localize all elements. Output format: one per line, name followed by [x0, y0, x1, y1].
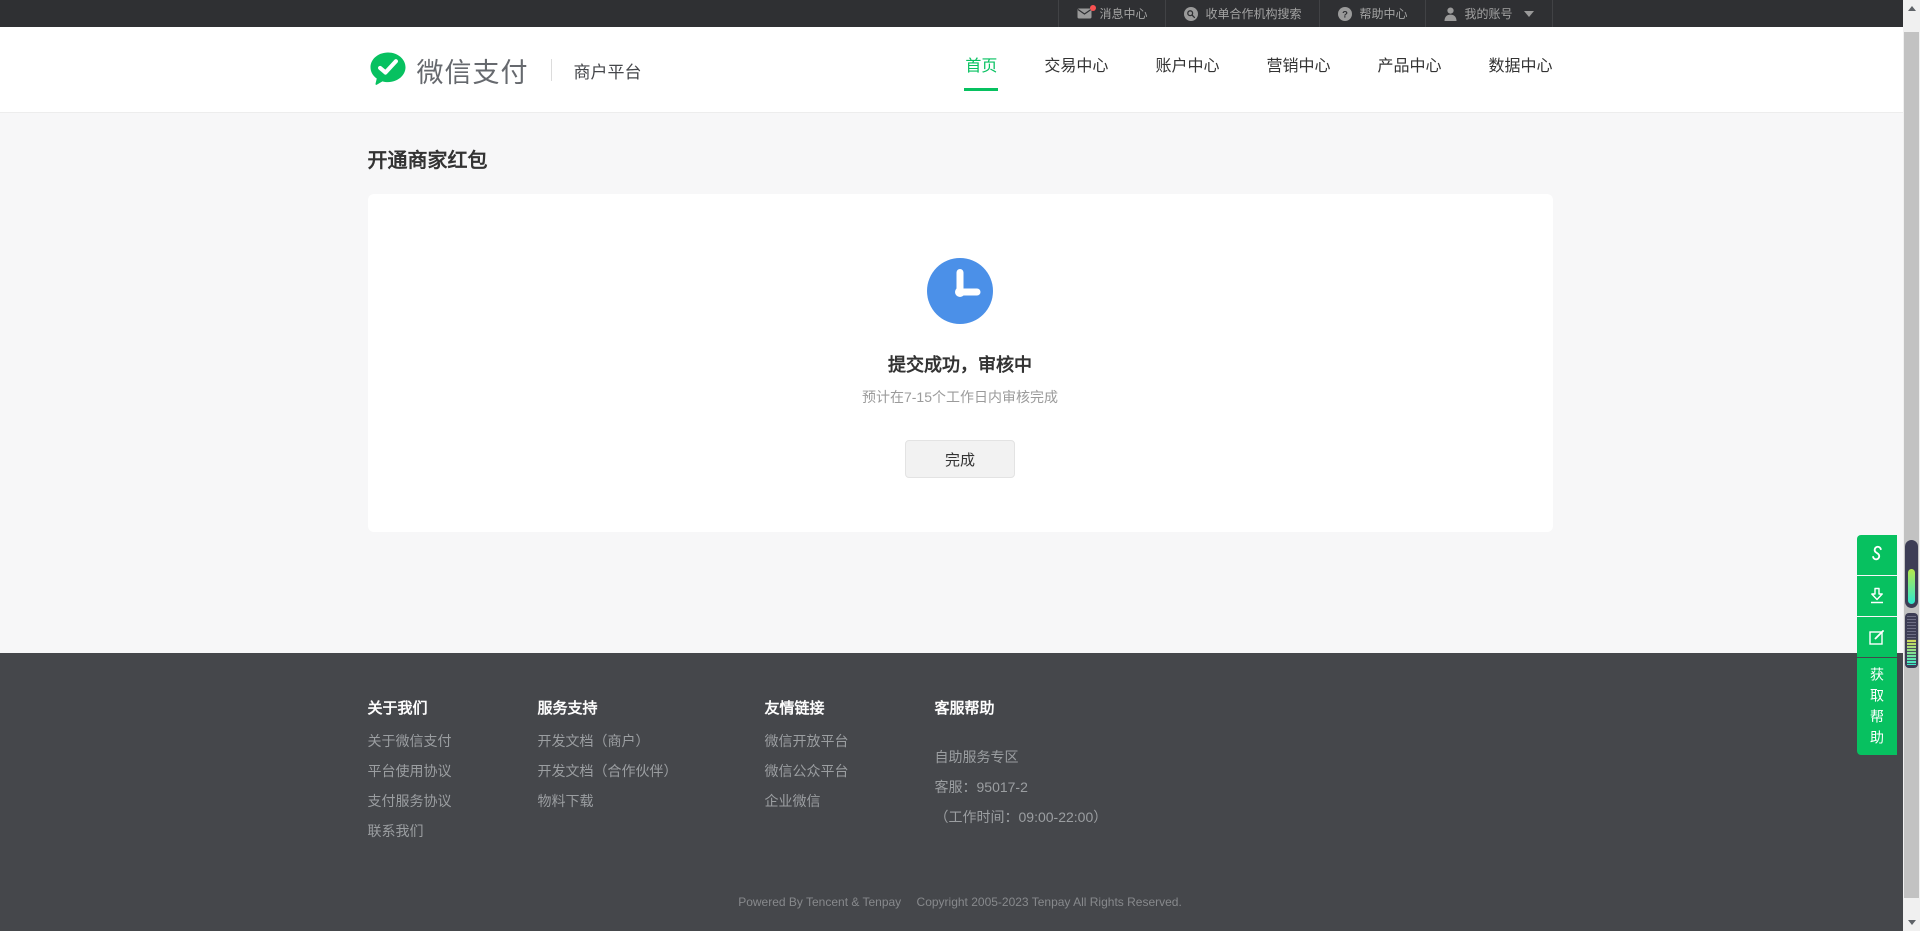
portal-label: 商户平台 [574, 58, 642, 83]
svg-text:?: ? [1343, 9, 1349, 20]
footer-service-phone: 客服：95017-2 [935, 780, 1553, 794]
primary-nav: 首页 交易中心 账户中心 营销中心 产品中心 数据中心 [965, 49, 1552, 91]
topbar-item-help-center[interactable]: ? 帮助中心 [1319, 0, 1425, 27]
footer-link-about-wechatpay[interactable]: 关于微信支付 [368, 734, 538, 748]
scrollbar-down-arrow[interactable] [1903, 914, 1920, 931]
status-title: 提交成功，审核中 [888, 351, 1032, 377]
floating-get-help-button[interactable]: 获取帮助 [1857, 658, 1897, 755]
scrollbar-thumb[interactable] [1904, 32, 1919, 898]
footer-link-contact-us[interactable]: 联系我们 [368, 824, 538, 838]
topbar-item-label: 帮助中心 [1359, 5, 1407, 22]
nav-item-trade-center[interactable]: 交易中心 [1044, 49, 1108, 91]
copyright-powered: Powered By Tencent & Tenpay [738, 895, 901, 909]
nav-item-product-center[interactable]: 产品中心 [1377, 49, 1441, 91]
footer-column-friend-links: 友情链接 微信开放平台 微信公众平台 企业微信 [765, 697, 935, 838]
status-card: 提交成功，审核中 预计在7-15个工作日内审核完成 完成 [368, 194, 1553, 532]
message-icon [1077, 8, 1092, 19]
footer-heading: 客服帮助 [935, 697, 1553, 718]
footer-heading: 服务支持 [538, 697, 765, 718]
scrollbar-stripes-overlay [1905, 613, 1918, 668]
feedback-icon [1867, 627, 1887, 647]
footer-link-wechat-official-accounts[interactable]: 微信公众平台 [765, 764, 935, 778]
nav-item-account-center[interactable]: 账户中心 [1155, 49, 1219, 91]
nav-item-data-center[interactable]: 数据中心 [1488, 49, 1552, 91]
chevron-down-icon [1524, 11, 1534, 17]
copyright-rights: Copyright 2005-2023 Tenpay All Rights Re… [917, 895, 1182, 909]
download-icon [1867, 586, 1887, 606]
floating-download-button[interactable] [1857, 576, 1897, 616]
floating-help-group: 获取帮助 [1857, 535, 1897, 755]
wechat-bubble-icon [368, 50, 408, 90]
clock-icon [927, 258, 993, 324]
topbar-item-label: 消息中心 [1099, 5, 1147, 22]
footer: 关于我们 关于微信支付 平台使用协议 支付服务协议 联系我们 服务支持 开发文档… [0, 653, 1920, 931]
footer-heading: 友情链接 [765, 697, 935, 718]
footer-link-wechat-open-platform[interactable]: 微信开放平台 [765, 734, 935, 748]
topbar-item-messages[interactable]: 消息中心 [1058, 0, 1165, 27]
footer-link-materials-download[interactable]: 物料下载 [538, 794, 765, 808]
topbar-item-label: 收单合作机构搜索 [1205, 5, 1301, 22]
screen: 消息中心 收单合作机构搜索 ? 帮助中心 我的账号 [0, 0, 1920, 931]
floating-miniprogram-button[interactable] [1857, 535, 1897, 575]
main-content: 开通商家红包 提交成功，审核中 预计在7-15个工作日内审核完成 完成 [0, 113, 1920, 653]
footer-link-docs-partner[interactable]: 开发文档（合作伙伴） [538, 764, 765, 778]
topbar-item-my-account[interactable]: 我的账号 [1425, 0, 1552, 27]
footer-heading: 关于我们 [368, 697, 538, 718]
scrollbar-meter-overlay [1905, 540, 1918, 608]
footer-column-support: 服务支持 开发文档（商户） 开发文档（合作伙伴） 物料下载 [538, 697, 765, 838]
done-button[interactable]: 完成 [905, 440, 1015, 478]
floating-feedback-button[interactable] [1857, 617, 1897, 657]
nav-item-home[interactable]: 首页 [965, 49, 997, 91]
unread-badge [1090, 5, 1096, 11]
copyright-line: Powered By Tencent & Tenpay Copyright 20… [0, 895, 1920, 909]
footer-link-payment-agreement[interactable]: 支付服务协议 [368, 794, 538, 808]
scrollbar[interactable] [1903, 0, 1920, 931]
account-icon [1444, 7, 1457, 21]
scrollbar-up-arrow[interactable] [1903, 0, 1920, 17]
logo-wordmark: 微信支付 [417, 51, 529, 90]
footer-column-about: 关于我们 关于微信支付 平台使用协议 支付服务协议 联系我们 [368, 697, 538, 838]
status-subtitle: 预计在7-15个工作日内审核完成 [862, 387, 1058, 407]
nav-item-marketing-center[interactable]: 营销中心 [1266, 49, 1330, 91]
miniprogram-link-icon [1867, 545, 1887, 565]
main-header: 微信支付 商户平台 首页 交易中心 账户中心 营销中心 产品中心 数据中心 [0, 27, 1920, 113]
footer-link-self-service[interactable]: 自助服务专区 [935, 750, 1553, 764]
footer-link-wecom[interactable]: 企业微信 [765, 794, 935, 808]
footer-link-docs-merchant[interactable]: 开发文档（商户） [538, 734, 765, 748]
help-icon: ? [1338, 7, 1352, 21]
top-utility-bar: 消息中心 收单合作机构搜索 ? 帮助中心 我的账号 [0, 0, 1920, 27]
search-icon [1184, 7, 1198, 21]
header-divider [551, 59, 552, 81]
page-title: 开通商家红包 [368, 113, 1553, 173]
footer-service-hours: （工作时间：09:00-22:00） [935, 810, 1553, 824]
topbar-item-label: 我的账号 [1464, 5, 1512, 22]
topbar-item-acquirer-search[interactable]: 收单合作机构搜索 [1165, 0, 1319, 27]
footer-column-customer-service: 客服帮助 自助服务专区 客服：95017-2 （工作时间：09:00-22:00… [935, 697, 1553, 838]
wechat-pay-logo[interactable]: 微信支付 [368, 50, 529, 90]
footer-link-platform-agreement[interactable]: 平台使用协议 [368, 764, 538, 778]
